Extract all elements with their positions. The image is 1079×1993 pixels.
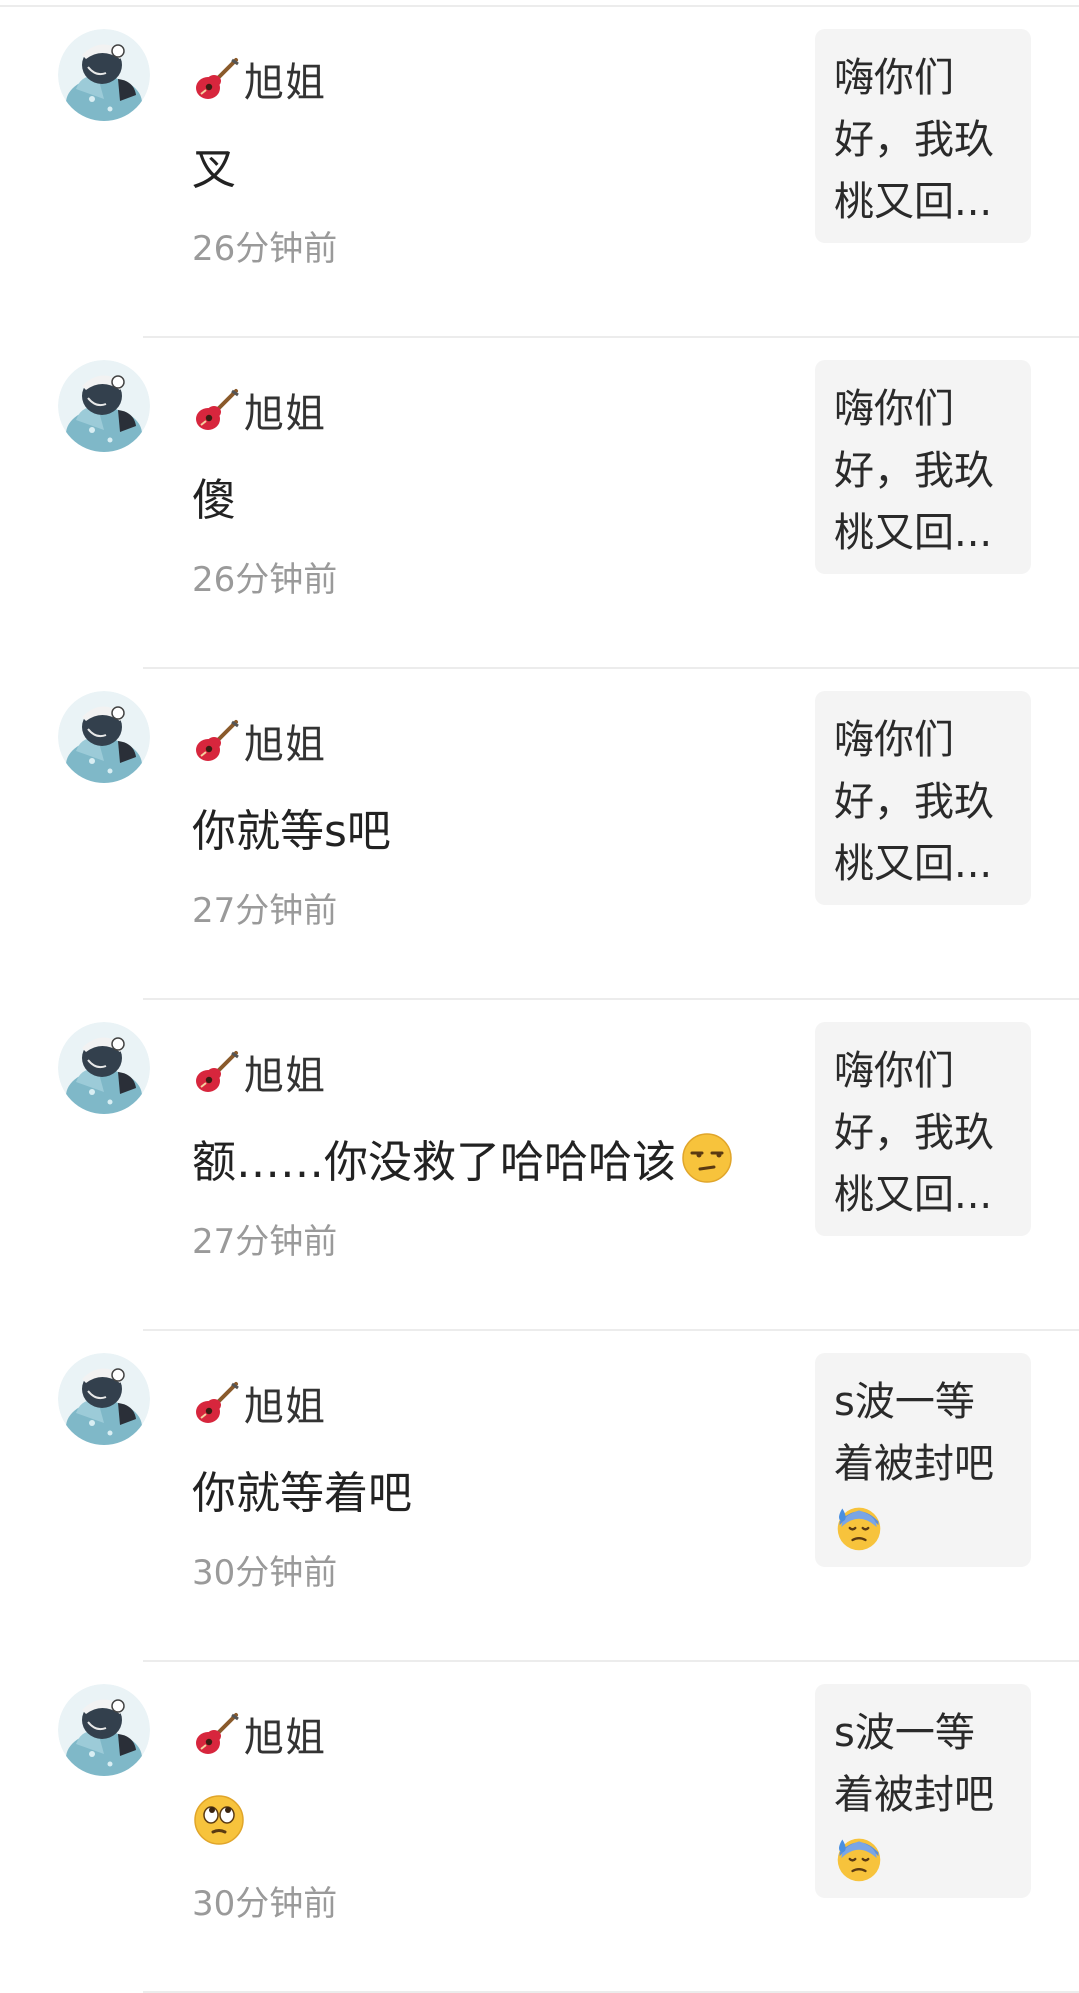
name-row: 旭姐 [192,50,326,108]
timestamp: 26分钟前 [192,229,338,269]
preview-line: s波一等 [834,1379,975,1425]
user-name[interactable]: 旭姐 [244,50,326,108]
comment-text: 你就等s吧 [192,797,391,857]
timestamp: 30分钟前 [192,1884,338,1924]
list-item-6[interactable]: 旭姐 30分钟前 s波一等着被封吧 [0,1662,1079,1993]
preview-line: 嗨你们 [834,386,954,432]
user-name[interactable]: 旭姐 [244,1705,326,1763]
post-preview[interactable]: 嗨你们好，我玖桃又回... [815,360,1031,574]
timestamp: 26分钟前 [192,560,338,600]
preview-line: 好，我玖 [834,779,994,825]
preview-line: 桃又回... [834,179,993,225]
avatar[interactable] [58,1353,150,1445]
comment-text: 额……你没救了哈哈哈该 [192,1128,734,1188]
comment-content: 叉 [192,144,236,195]
avatar[interactable] [58,360,150,452]
list-item-3[interactable]: 旭姐 你就等s吧 27分钟前 嗨你们好，我玖桃又回... [0,669,1079,1000]
timestamp: 27分钟前 [192,1222,338,1262]
preview-line: 桃又回... [834,841,993,887]
preview-line: 好，我玖 [834,448,994,494]
name-row: 旭姐 [192,381,326,439]
comment-text: 傻 [192,466,236,526]
timestamp: 27分钟前 [192,891,338,931]
name-row: 旭姐 [192,1374,326,1432]
unamused-face-icon [680,1131,734,1185]
comment-content: 额……你没救了哈哈哈该 [192,1137,676,1188]
post-preview[interactable]: s波一等着被封吧 [815,1684,1031,1898]
preview-line: 嗨你们 [834,717,954,763]
preview-emoji-line [834,1495,1013,1557]
avatar[interactable] [58,29,150,121]
guitar-icon [192,54,242,104]
preview-line: 好，我玖 [834,117,994,163]
preview-line: s波一等 [834,1710,975,1756]
guitar-icon [192,385,242,435]
user-name[interactable]: 旭姐 [244,712,326,770]
guitar-icon [192,716,242,766]
preview-line: 桃又回... [834,1172,993,1218]
name-row: 旭姐 [192,1043,326,1101]
guitar-icon [192,1047,242,1097]
preview-line: 嗨你们 [834,1048,954,1094]
comment-text [192,1790,246,1850]
anxious-sweat-face-icon [834,1834,884,1884]
preview-line: 嗨你们 [834,55,954,101]
comment-text: 你就等着吧 [192,1459,412,1519]
timestamp: 30分钟前 [192,1553,338,1593]
preview-line: 着被封吧 [834,1441,994,1487]
list-item-1[interactable]: 旭姐 叉 26分钟前 嗨你们好，我玖桃又回... [0,7,1079,338]
preview-line: 好，我玖 [834,1110,994,1156]
name-row: 旭姐 [192,1705,326,1763]
preview-line: 桃又回... [834,510,993,556]
name-row: 旭姐 [192,712,326,770]
avatar[interactable] [58,1684,150,1776]
user-name[interactable]: 旭姐 [244,1043,326,1101]
user-name[interactable]: 旭姐 [244,1374,326,1432]
notification-list: 旭姐 叉 26分钟前 嗨你们 好，我玖 桃又回... 旭姐 傻 26分钟前 嗨你… [0,7,1079,1993]
avatar[interactable] [58,1022,150,1114]
comment-content: 傻 [192,475,236,526]
comment-text: 叉 [192,135,236,195]
user-name[interactable]: 旭姐 [244,381,326,439]
post-preview[interactable]: 嗨你们好，我玖桃又回... [815,1022,1031,1236]
comment-content: 你就等s吧 [192,806,391,857]
avatar[interactable] [58,691,150,783]
list-item-2[interactable]: 旭姐 傻 26分钟前 嗨你们好，我玖桃又回... [0,338,1079,669]
post-preview[interactable]: 嗨你们好，我玖桃又回... [815,29,1031,243]
post-preview[interactable]: s波一等着被封吧 [815,1353,1031,1567]
comment-content: 你就等着吧 [192,1468,412,1519]
eye-roll-face-icon [192,1793,246,1847]
preview-emoji-line [834,1826,1013,1888]
list-item-5[interactable]: 旭姐 你就等着吧 30分钟前 s波一等着被封吧 [0,1331,1079,1662]
guitar-icon [192,1709,242,1759]
list-item-4[interactable]: 旭姐 额……你没救了哈哈哈该 27分钟前 嗨你们好，我玖桃又回... [0,1000,1079,1331]
guitar-icon [192,1378,242,1428]
anxious-sweat-face-icon [834,1503,884,1553]
preview-line: 着被封吧 [834,1772,994,1818]
post-preview[interactable]: 嗨你们好，我玖桃又回... [815,691,1031,905]
